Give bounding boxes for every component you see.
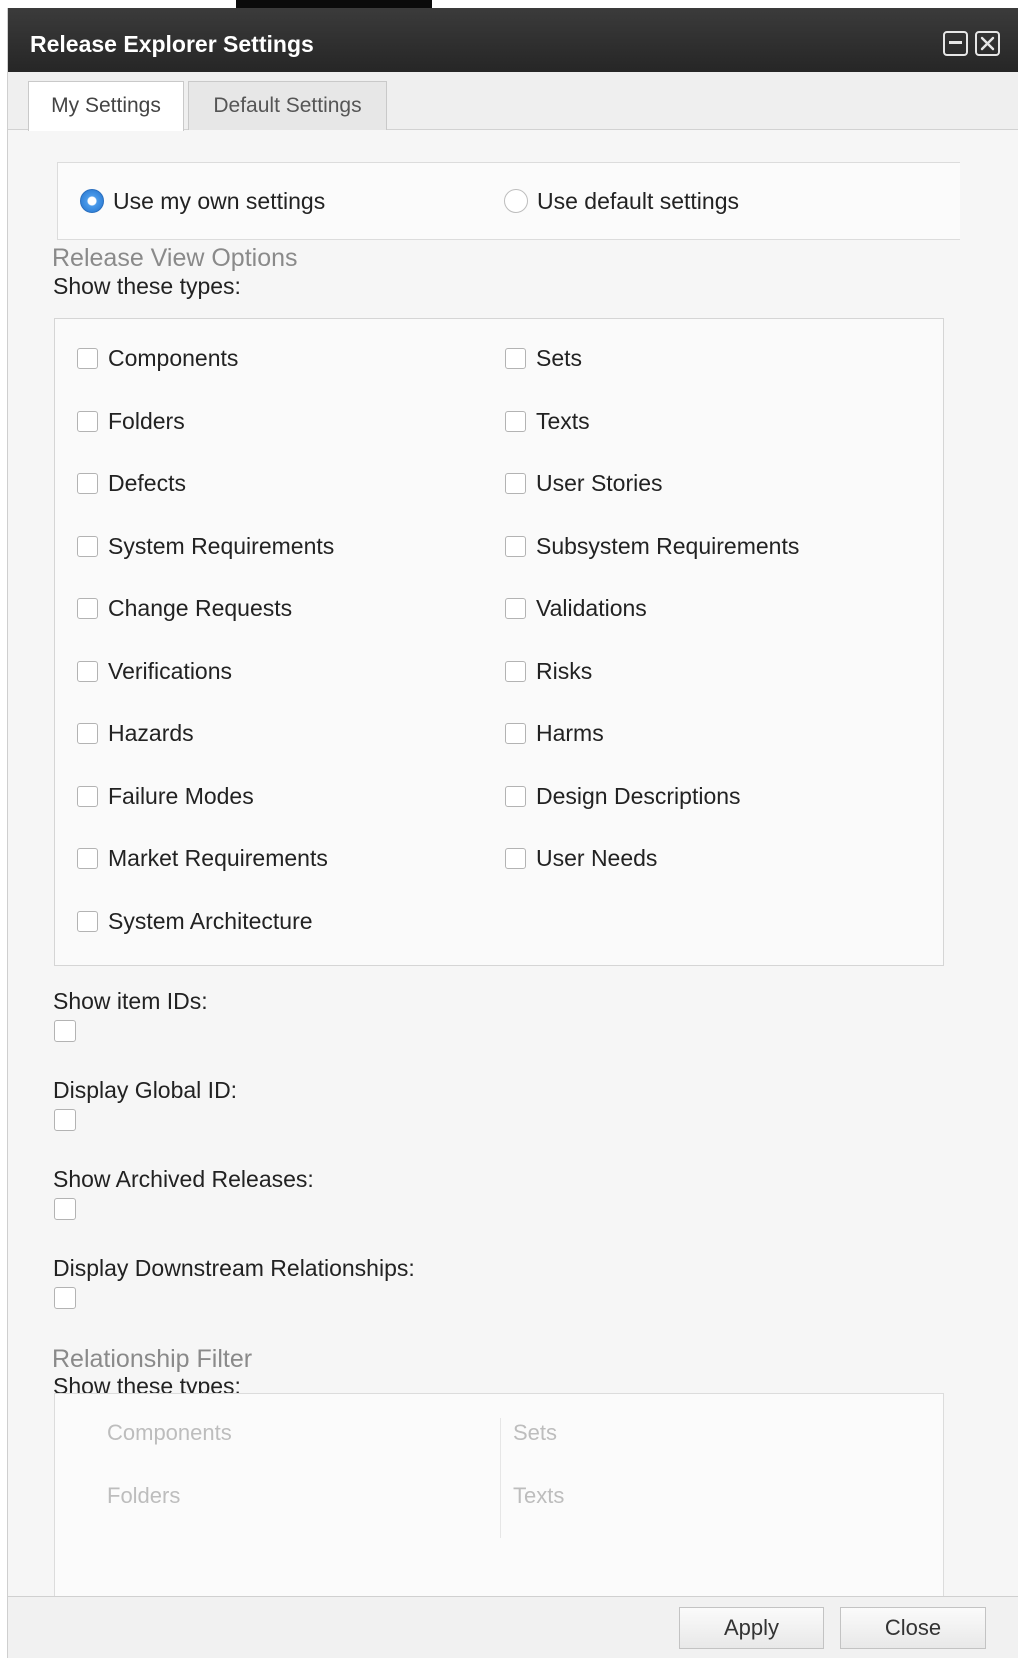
checkbox[interactable] [77, 785, 98, 807]
display-global-id-label: Display Global ID: [53, 1077, 238, 1103]
type-design-descriptions[interactable]: Design Descriptions [505, 780, 741, 812]
relationship-types-box: Components Folders Sets Texts [54, 1393, 944, 1596]
use-own-settings-label: Use my own settings [113, 187, 326, 214]
type-failure-modes[interactable]: Failure Modes [77, 780, 254, 812]
type-harms[interactable]: Harms [505, 717, 604, 749]
type-user-stories[interactable]: User Stories [505, 467, 663, 499]
type-label: Market Requirements [108, 844, 328, 871]
checkbox[interactable] [505, 660, 526, 682]
tab-my-settings[interactable]: My Settings [28, 81, 184, 131]
checkbox[interactable] [77, 847, 98, 869]
type-label: Harms [536, 719, 604, 746]
title-bar[interactable]: Release Explorer Settings [8, 8, 1018, 72]
type-label: Subsystem Requirements [536, 532, 800, 559]
type-label: Sets [536, 344, 583, 371]
tab-default-settings[interactable]: Default Settings [188, 81, 387, 130]
show-archived-releases-label: Show Archived Releases: [53, 1166, 314, 1192]
checkbox[interactable] [505, 410, 526, 432]
type-label: Components [108, 344, 239, 371]
close-button[interactable]: Close [840, 1607, 986, 1649]
type-components[interactable]: Components [77, 342, 238, 374]
type-label: Verifications [108, 657, 233, 684]
relationship-type-texts[interactable]: Texts [513, 1483, 564, 1509]
type-label: Texts [536, 407, 590, 434]
type-label: System Architecture [108, 907, 313, 934]
type-label: Hazards [108, 719, 194, 746]
settings-mode-group: Use my own settings Use default settings [57, 162, 960, 240]
relationship-type-components[interactable]: Components [107, 1420, 232, 1446]
type-change-requests[interactable]: Change Requests [77, 592, 292, 624]
checkbox[interactable] [77, 535, 98, 557]
type-user-needs[interactable]: User Needs [505, 842, 657, 874]
checkbox[interactable] [77, 347, 98, 369]
type-texts[interactable]: Texts [505, 405, 590, 437]
display-global-id-checkbox[interactable] [54, 1109, 76, 1131]
radio-unselected[interactable] [504, 189, 528, 213]
close-icon[interactable] [975, 31, 1000, 56]
apply-button[interactable]: Apply [679, 1607, 824, 1649]
display-downstream-relationships-checkbox[interactable] [54, 1287, 76, 1309]
checkbox[interactable] [77, 660, 98, 682]
use-default-settings-label: Use default settings [537, 187, 740, 214]
settings-content: Use my own settings Use default settings… [20, 130, 1018, 1596]
checkbox[interactable] [77, 472, 98, 494]
dialog-footer: Apply Close [8, 1596, 1018, 1658]
relationship-type-folders[interactable]: Folders [107, 1483, 180, 1509]
show-archived-releases-checkbox[interactable] [54, 1198, 76, 1220]
checkbox[interactable] [505, 847, 526, 869]
checkbox[interactable] [77, 597, 98, 619]
checkbox[interactable] [77, 910, 98, 932]
use-own-settings-option[interactable]: Use my own settings [80, 185, 325, 217]
checkbox[interactable] [505, 472, 526, 494]
release-view-options-title: Release View Options [52, 244, 298, 272]
type-hazards[interactable]: Hazards [77, 717, 194, 749]
type-label: System Requirements [108, 532, 335, 559]
settings-dialog: Release Explorer Settings My Settings De… [7, 8, 1018, 1658]
type-label: Failure Modes [108, 782, 254, 809]
type-subsystem-requirements[interactable]: Subsystem Requirements [505, 530, 799, 562]
checkbox[interactable] [505, 597, 526, 619]
relationship-type-sets[interactable]: Sets [513, 1420, 557, 1446]
restore-icon[interactable] [943, 31, 968, 56]
type-label: User Needs [536, 844, 658, 871]
type-label: Validations [536, 594, 647, 621]
type-label: Defects [108, 469, 186, 496]
type-defects[interactable]: Defects [77, 467, 186, 499]
checkbox[interactable] [505, 535, 526, 557]
show-types-label: Show these types: [53, 273, 241, 299]
type-system-requirements[interactable]: System Requirements [77, 530, 334, 562]
type-market-requirements[interactable]: Market Requirements [77, 842, 328, 874]
type-sets[interactable]: Sets [505, 342, 582, 374]
show-item-ids-label: Show item IDs: [53, 988, 208, 1014]
type-system-architecture[interactable]: System Architecture [77, 905, 313, 937]
display-downstream-relationships-label: Display Downstream Relationships: [53, 1255, 415, 1281]
type-label: Change Requests [108, 594, 293, 621]
checkbox[interactable] [505, 785, 526, 807]
use-default-settings-option[interactable]: Use default settings [504, 185, 739, 217]
show-item-ids-checkbox[interactable] [54, 1020, 76, 1042]
checkbox[interactable] [77, 410, 98, 432]
relationship-filter-title: Relationship Filter [52, 1345, 253, 1373]
checkbox[interactable] [77, 722, 98, 744]
type-folders[interactable]: Folders [77, 405, 185, 437]
type-label: Risks [536, 657, 593, 684]
type-validations[interactable]: Validations [505, 592, 647, 624]
type-verifications[interactable]: Verifications [77, 655, 232, 687]
type-label: Folders [108, 407, 185, 434]
checkbox[interactable] [505, 347, 526, 369]
type-risks[interactable]: Risks [505, 655, 592, 687]
release-types-box: Components Folders Defects System Requir… [54, 318, 944, 966]
top-strip [0, 0, 1018, 18]
radio-selected[interactable] [80, 189, 104, 213]
type-label: Design Descriptions [536, 782, 741, 809]
type-label: User Stories [536, 469, 663, 496]
relationship-column-divider [500, 1418, 501, 1538]
checkbox[interactable] [505, 722, 526, 744]
tab-bar: My Settings Default Settings [8, 72, 1018, 131]
dialog-title: Release Explorer Settings [30, 31, 314, 57]
